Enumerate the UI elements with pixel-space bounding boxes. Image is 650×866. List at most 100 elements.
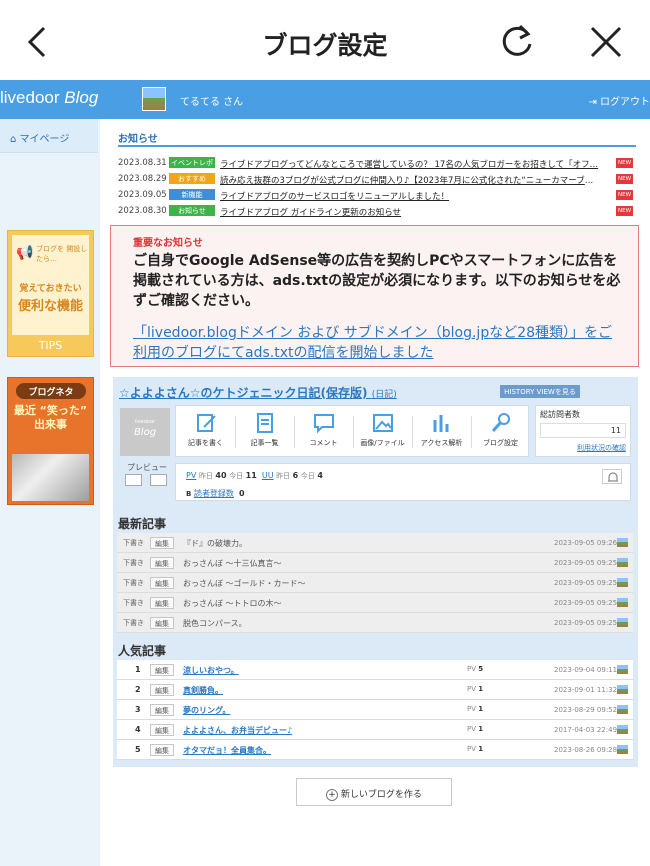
notice-badge: イベントレポ bbox=[169, 157, 215, 168]
preview-label: プレビュー bbox=[127, 463, 167, 472]
blogreader-icon: B bbox=[186, 490, 192, 498]
edit-button[interactable]: 編集 bbox=[150, 684, 174, 696]
notice-link[interactable]: 読み応え抜群の3ブログが公式ブログに仲間入り♪【2023年7月に公式化された“ニ… bbox=[220, 174, 600, 186]
chart-icon bbox=[433, 415, 448, 432]
article-title[interactable]: 涼しいおやつ。 bbox=[183, 665, 239, 676]
blog-toolbar: 記事を書く 記事一覧 コメント 画像/ファイル アクセス解析 ブログ設定 bbox=[175, 405, 529, 457]
table-row: 下書き 編集 おっさんぼ 〜トトロの木〜 2023-09-05 09:25 bbox=[117, 593, 633, 613]
article-thumbnail bbox=[617, 725, 628, 734]
access-analysis-button[interactable]: アクセス解析 bbox=[412, 412, 471, 448]
latest-articles-title: 最新記事 bbox=[118, 517, 167, 531]
blog-header: livedoor Blog てるてる さん ⇥ ログアウト bbox=[0, 80, 650, 119]
article-title[interactable]: おっさんぼ 〜十三仏真言〜 bbox=[183, 558, 282, 569]
popular-articles-title: 人気記事 bbox=[118, 644, 167, 658]
edit-button[interactable]: 編集 bbox=[150, 617, 174, 629]
write-article-button[interactable]: 記事を書く bbox=[176, 412, 235, 448]
edit-button[interactable]: 編集 bbox=[150, 577, 174, 589]
edit-button[interactable]: 編集 bbox=[150, 744, 174, 756]
blog-neta-banner[interactable]: ブログネタ 最近 “笑った” 出来事 bbox=[7, 377, 94, 505]
blog-title-link[interactable]: ☆よよよさん☆のケトジェニック日記(保存版) (日記) bbox=[119, 384, 397, 401]
site-logo[interactable]: livedoor Blog bbox=[0, 88, 98, 108]
notice-row[interactable]: 2023.08.31 イベントレポ ライブドアブログってどんなところで運営してい… bbox=[118, 156, 633, 172]
article-title[interactable]: おっさんぼ 〜ゴールド・カード〜 bbox=[183, 578, 306, 589]
edit-button[interactable]: 編集 bbox=[150, 557, 174, 569]
notice-badge: お知らせ bbox=[169, 205, 215, 216]
blog-settings-button[interactable]: ブログ設定 bbox=[471, 412, 530, 448]
edit-button[interactable]: 編集 bbox=[150, 724, 174, 736]
edit-button[interactable]: 編集 bbox=[150, 704, 174, 716]
article-thumbnail bbox=[617, 665, 628, 674]
reload-icon[interactable] bbox=[495, 20, 539, 64]
notice-list: 2023.08.31 イベントレポ ライブドアブログってどんなところで運営してい… bbox=[118, 156, 633, 220]
notice-row[interactable]: 2023.08.30 お知らせ ライブドアブログ ガイドライン更新のお知らせ N… bbox=[118, 204, 633, 220]
page-title: ブログ設定 bbox=[262, 31, 388, 60]
logout-link[interactable]: ⇥ ログアウト bbox=[588, 93, 650, 108]
sidebar-item-mypage[interactable]: ⌂ マイページ bbox=[0, 119, 98, 153]
article-title[interactable]: 真剣勝負。 bbox=[183, 685, 223, 696]
article-thumbnail bbox=[617, 618, 628, 627]
article-list-button[interactable]: 記事一覧 bbox=[235, 412, 294, 448]
table-row: 2 編集 真剣勝負。 PV 1 2023-09-01 11:32 bbox=[117, 680, 633, 700]
article-title[interactable]: 夢のリング。 bbox=[183, 705, 230, 716]
popular-articles-list: 1 編集 涼しいおやつ。 PV 5 2023-09-04 09:11 2 編集 … bbox=[117, 660, 633, 760]
article-thumbnail bbox=[617, 578, 628, 587]
tips-banner[interactable]: 📢 ブログを 開設したら… 覚えておきたい 便利な機能 TIPS bbox=[7, 230, 94, 357]
total-visitors-value: 11 bbox=[540, 423, 626, 438]
notices-divider bbox=[118, 145, 636, 147]
article-title[interactable]: 脱色コンパース。 bbox=[183, 618, 247, 629]
article-title[interactable]: 『ド』の破壊力。 bbox=[183, 538, 247, 549]
tips-banner-art: 📢 ブログを 開設したら… 覚えておきたい 便利な機能 bbox=[12, 235, 89, 335]
edit-button[interactable]: 編集 bbox=[150, 664, 174, 676]
latest-articles-list: 下書き 編集 『ド』の破壊力。 2023-09-05 09:26 下書き 編集 … bbox=[117, 533, 633, 633]
home-icon: ⌂ bbox=[10, 134, 20, 145]
notice-link[interactable]: ライブドアブログ ガイドライン更新のお知らせ bbox=[220, 206, 600, 218]
notice-badge: おすすめ bbox=[169, 173, 215, 184]
bell-icon[interactable] bbox=[602, 469, 622, 484]
ads-txt-link[interactable]: 「livedoor.blogドメイン および サブドメイン（blog.jpなど2… bbox=[133, 323, 623, 363]
notices-title: お知らせ bbox=[118, 134, 158, 145]
image-file-button[interactable]: 画像/ファイル bbox=[353, 412, 412, 448]
article-thumbnail bbox=[617, 745, 628, 754]
neta-tag: ブログネタ bbox=[16, 383, 86, 399]
pc-preview-icon[interactable] bbox=[125, 474, 142, 486]
phone-preview-icon[interactable] bbox=[150, 474, 167, 486]
notice-link[interactable]: ライブドアブログってどんなところで運営しているの？ 17名の人気ブロガーをお招き… bbox=[220, 158, 600, 170]
table-row: 4 編集 よよよさん、お弁当デビュー♪ PV 1 2017-04-03 22:4… bbox=[117, 720, 633, 740]
article-thumbnail bbox=[617, 598, 628, 607]
article-thumbnail bbox=[617, 538, 628, 547]
notice-row[interactable]: 2023.08.29 おすすめ 読み応え抜群の3ブログが公式ブログに仲間入り♪【… bbox=[118, 172, 633, 188]
notice-row[interactable]: 2023.09.05 新機能 ライブドアブログのサービスロゴをリニューアルしまし… bbox=[118, 188, 633, 204]
plus-circle-icon: + bbox=[326, 789, 339, 801]
comment-button[interactable]: コメント bbox=[294, 412, 353, 448]
avatar[interactable] bbox=[142, 87, 166, 111]
article-title[interactable]: オタマだョ！全員集合。 bbox=[183, 745, 271, 756]
user-name[interactable]: てるてる さん bbox=[180, 93, 243, 108]
usage-link[interactable]: 利用状況の確認 bbox=[577, 443, 626, 453]
new-badge: NEW bbox=[616, 206, 633, 216]
logout-icon: ⇥ bbox=[588, 97, 600, 108]
history-view-button[interactable]: HISTORY VIEWを見る bbox=[500, 385, 580, 398]
important-notice-heading: 重要なお知らせ bbox=[133, 238, 203, 249]
megaphone-icon: 📢 bbox=[16, 245, 34, 261]
close-icon[interactable] bbox=[584, 20, 628, 64]
notice-link[interactable]: ライブドアブログのサービスロゴをリニューアルしました！ bbox=[220, 190, 600, 202]
article-thumbnail bbox=[617, 558, 628, 567]
access-stats: PV 昨日 40 今日 11 UU 昨日 6 今日 4 B 読者登録数 0 bbox=[175, 463, 631, 501]
table-row: 下書き 編集 『ド』の破壊力。 2023-09-05 09:26 bbox=[117, 533, 633, 553]
blog-thumbnail[interactable]: livedoor Blog bbox=[120, 408, 170, 456]
edit-button[interactable]: 編集 bbox=[150, 597, 174, 609]
create-new-blog-button[interactable]: + 新しいブログを作る bbox=[296, 778, 452, 806]
app-top-bar: ブログ設定 bbox=[0, 0, 650, 80]
article-title[interactable]: よよよさん、お弁当デビュー♪ bbox=[183, 725, 292, 736]
tips-label: TIPS bbox=[38, 339, 63, 352]
edit-button[interactable]: 編集 bbox=[150, 537, 174, 549]
article-title[interactable]: おっさんぼ 〜トトロの木〜 bbox=[183, 598, 282, 609]
pv-uu-stats: PV 昨日 40 今日 11 UU 昨日 6 今日 4 bbox=[186, 471, 323, 480]
settings-icon bbox=[491, 413, 510, 432]
neta-photo bbox=[12, 454, 89, 501]
new-badge: NEW bbox=[616, 158, 633, 168]
notice-badge: 新機能 bbox=[169, 189, 215, 200]
table-row: 5 編集 オタマだョ！全員集合。 PV 1 2023-08-26 09:28 bbox=[117, 740, 633, 760]
total-visitors-box: 総訪問者数 11 利用状況の確認 bbox=[535, 405, 631, 457]
table-row: 下書き 編集 おっさんぼ 〜十三仏真言〜 2023-09-05 09:25 bbox=[117, 553, 633, 573]
